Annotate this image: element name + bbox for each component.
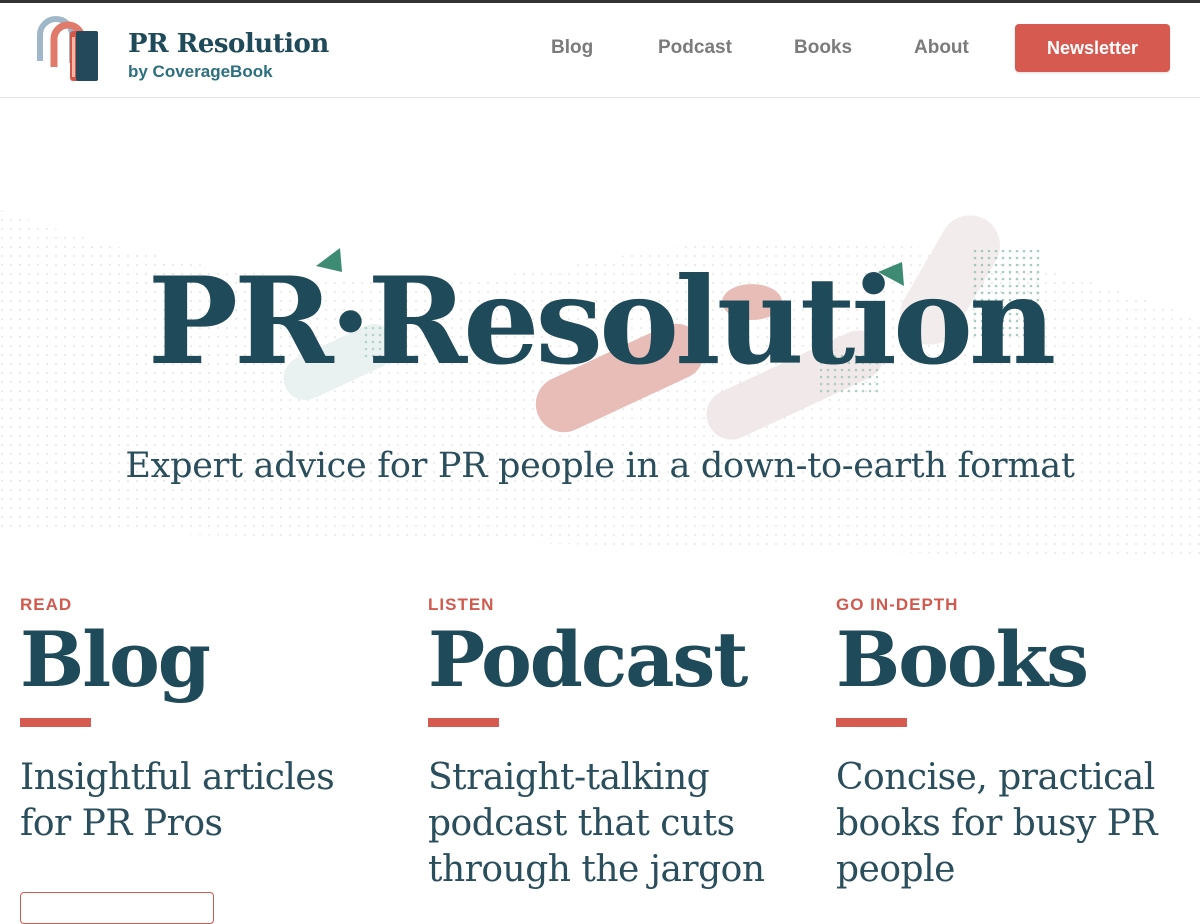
podcast-section: LISTEN Podcast Straight-talking podcast … <box>428 595 788 893</box>
nav-blog-link[interactable]: Blog <box>551 37 593 59</box>
podcast-kicker: LISTEN <box>428 595 495 614</box>
blog-section: READ Blog Insightful articles for PR Pro… <box>20 595 380 847</box>
brand-name: PR Resolution <box>128 29 329 59</box>
books-heading[interactable]: Books <box>836 620 1196 700</box>
books-description: Concise, practical books for busy PR peo… <box>836 756 1158 890</box>
site-logo[interactable]: PR Resolution by CoverageBook <box>36 11 329 87</box>
blog-description: Insightful articles for PR Pros <box>20 756 335 844</box>
books-section: GO IN-DEPTH Books Concise, practical boo… <box>836 595 1196 893</box>
blog-kicker: READ <box>20 595 73 614</box>
hero-section: PR·Resolution Expert advice for PR peopl… <box>0 200 1200 560</box>
blog-heading[interactable]: Blog <box>20 620 380 700</box>
books-logo-icon <box>37 16 98 81</box>
podcast-description: Straight-talking podcast that cuts throu… <box>428 756 765 890</box>
books-kicker: GO IN-DEPTH <box>836 595 959 614</box>
podcast-divider <box>428 717 499 727</box>
nav-books-link[interactable]: Books <box>794 37 852 59</box>
podcast-heading[interactable]: Podcast <box>428 620 788 700</box>
site-header: PR Resolution by CoverageBook Blog Podca… <box>0 3 1200 98</box>
hero-subtitle: Expert advice for PR people in a down-to… <box>125 446 1075 486</box>
hero-title: PR·Resolution <box>147 251 1057 392</box>
nav-about-link[interactable]: About <box>914 37 969 59</box>
blog-divider <box>20 717 91 727</box>
nav-podcast-link[interactable]: Podcast <box>658 37 732 59</box>
blog-cta-button[interactable] <box>20 892 214 924</box>
brand-byline: by CoverageBook <box>128 62 273 81</box>
books-divider <box>836 717 907 727</box>
newsletter-button[interactable]: Newsletter <box>1015 24 1170 72</box>
